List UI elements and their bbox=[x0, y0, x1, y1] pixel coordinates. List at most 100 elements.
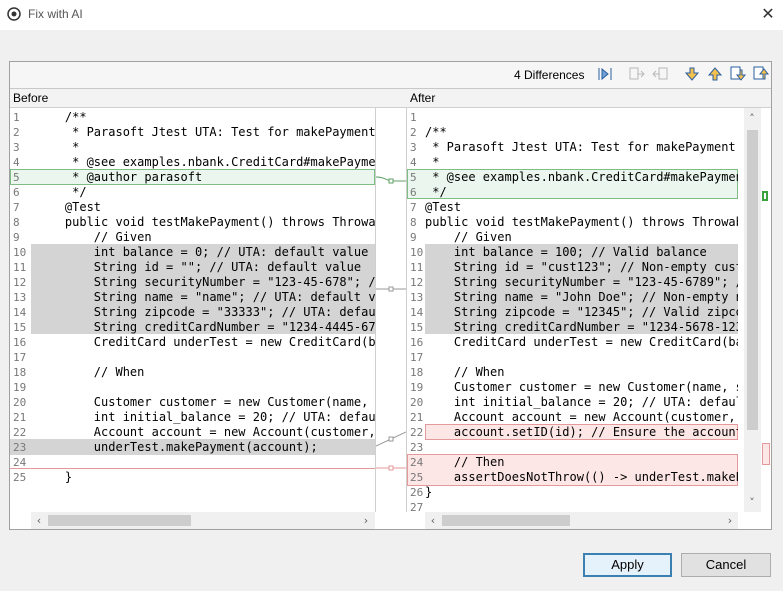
code-line: public void testMakePayment() throws Thr… bbox=[425, 215, 738, 229]
title-bar bbox=[0, 0, 783, 30]
code-line: /** bbox=[425, 125, 447, 139]
line-number: 9 bbox=[13, 231, 20, 244]
code-line: */ bbox=[425, 185, 447, 199]
code-line: * @see examples.nbank.CreditCard#makePay… bbox=[425, 170, 738, 184]
code-line: /** bbox=[36, 110, 87, 124]
line-number: 11 bbox=[13, 261, 27, 274]
after-hscrollbar[interactable]: ‹ › bbox=[425, 512, 738, 529]
code-line: String id = "cust123"; // Non-empty cust bbox=[425, 260, 738, 274]
code-line: assertDoesNotThrow(() -> underTest.makeP… bbox=[425, 470, 738, 484]
line-number: 14 bbox=[13, 306, 27, 319]
line-number: 7 bbox=[13, 201, 20, 214]
next-change-icon[interactable] bbox=[729, 65, 747, 83]
line-number: 24 bbox=[13, 456, 27, 469]
apply-button[interactable]: Apply bbox=[583, 553, 672, 577]
overview-add-marker[interactable] bbox=[762, 191, 768, 201]
code-line: Customer customer = new Customer(name, s… bbox=[425, 380, 738, 394]
before-hscrollbar[interactable]: ‹ › bbox=[31, 512, 375, 529]
deletion-marker bbox=[10, 468, 375, 469]
previous-difference-icon[interactable] bbox=[706, 65, 724, 83]
line-number: 13 bbox=[13, 291, 27, 304]
line-number: 20 bbox=[13, 396, 27, 409]
center-header bbox=[375, 89, 407, 108]
window-title: Fix with AI bbox=[28, 7, 83, 21]
code-line: String securityNumber = "123-45-6789"; /… bbox=[425, 275, 738, 289]
scroll-left-icon[interactable]: ‹ bbox=[425, 512, 441, 529]
code-line: */ bbox=[36, 185, 87, 199]
line-number: 27 bbox=[410, 501, 424, 512]
code-line: int initial_balance = 20; // UTA: defaul bbox=[425, 395, 738, 409]
scrollbar-thumb[interactable] bbox=[48, 515, 191, 526]
line-number: 23 bbox=[13, 441, 27, 454]
scroll-right-icon[interactable]: › bbox=[358, 512, 374, 529]
code-line: // Then bbox=[425, 455, 505, 469]
code-line: CreditCard underTest = new CreditCard(ba… bbox=[36, 335, 375, 349]
vertical-scrollbar[interactable]: ˄ ˅ bbox=[744, 108, 761, 512]
scrollbar-thumb[interactable] bbox=[747, 130, 758, 430]
code-line: // When bbox=[425, 365, 505, 379]
line-number: 3 bbox=[13, 141, 20, 154]
code-line: String name = "name"; // UTA: default va… bbox=[36, 290, 375, 304]
scrollbar-thumb[interactable] bbox=[442, 515, 570, 526]
overview-delete-marker[interactable] bbox=[762, 443, 770, 465]
code-line: int balance = 0; // UTA: default value bbox=[36, 245, 369, 259]
code-line: * @author parasoft bbox=[36, 170, 203, 184]
line-number: 4 bbox=[13, 156, 20, 169]
scroll-down-icon[interactable]: ˅ bbox=[744, 494, 760, 511]
code-line: CreditCard underTest = new CreditCard(ba… bbox=[425, 335, 738, 349]
line-number: 15 bbox=[13, 321, 27, 334]
difference-count: 4 Differences bbox=[514, 68, 585, 82]
code-line: String id = ""; // UTA: default value bbox=[36, 260, 362, 274]
code-line: String creditCardNumber = "1234-5678-123… bbox=[425, 320, 738, 334]
code-line: int initial_balance = 20; // UTA: defaul… bbox=[36, 410, 375, 424]
scroll-left-icon[interactable]: ‹ bbox=[31, 512, 47, 529]
code-line: String name = "John Doe"; // Non-empty n… bbox=[425, 290, 738, 304]
code-line: account.setID(id); // Ensure the account bbox=[425, 425, 738, 439]
code-line: String creditCardNumber = "1234-4445-678… bbox=[36, 320, 375, 334]
code-line: * @see examples.nbank.CreditCard#makePay… bbox=[36, 155, 375, 169]
line-number: 10 bbox=[13, 246, 27, 259]
scroll-up-icon[interactable]: ˄ bbox=[744, 110, 760, 127]
after-pane-header: After bbox=[407, 89, 771, 108]
code-line: } bbox=[425, 485, 433, 499]
code-line: underTest.makePayment(account); bbox=[36, 440, 318, 454]
close-icon[interactable]: ✕ bbox=[758, 4, 778, 24]
after-code-pane[interactable]: 1 2/** 3 * Parasoft Jtest UTA: Test for ma… bbox=[407, 108, 738, 512]
line-number: 18 bbox=[13, 366, 27, 379]
app-icon bbox=[7, 7, 21, 21]
copy-right-to-left-icon[interactable] bbox=[651, 65, 669, 83]
code-line: * bbox=[425, 155, 440, 169]
ignore-whitespace-icon[interactable] bbox=[596, 65, 614, 83]
code-line: String securityNumber = "123-45-678"; // bbox=[36, 275, 375, 289]
code-line: // Given bbox=[425, 230, 512, 244]
code-line: } bbox=[36, 470, 73, 484]
code-line: String zipcode = "33333"; // UTA: defaul… bbox=[36, 305, 375, 319]
diff-connector bbox=[375, 108, 407, 512]
line-number: 1 bbox=[410, 111, 417, 124]
before-pane-header: Before bbox=[10, 89, 375, 108]
scroll-right-icon[interactable]: › bbox=[722, 512, 738, 529]
code-line: // When bbox=[36, 365, 145, 379]
code-line: * Parasoft Jtest UTA: Test for makePayme… bbox=[36, 125, 375, 139]
line-number: 25 bbox=[13, 471, 27, 484]
line-number: 17 bbox=[410, 351, 424, 364]
line-number: 21 bbox=[13, 411, 27, 424]
code-line: Customer customer = new Customer(name, s… bbox=[36, 395, 375, 409]
next-difference-icon[interactable] bbox=[683, 65, 701, 83]
code-line: * Parasoft Jtest UTA: Test for makePayme… bbox=[425, 140, 738, 154]
code-line: * bbox=[36, 140, 80, 154]
code-line: // Given bbox=[36, 230, 152, 244]
line-number: 17 bbox=[13, 351, 27, 364]
line-number: 23 bbox=[410, 441, 424, 454]
copy-left-to-right-icon[interactable] bbox=[628, 65, 646, 83]
code-line: @Test bbox=[425, 200, 462, 214]
code-line: @Test bbox=[36, 200, 102, 214]
before-code-pane[interactable]: 1 /** 2 * Parasoft Jtest UTA: Test for ma… bbox=[10, 108, 375, 512]
previous-change-icon[interactable] bbox=[752, 65, 770, 83]
code-line: public void testMakePayment() throws Thr… bbox=[36, 215, 375, 229]
line-number: 16 bbox=[13, 336, 27, 349]
cancel-button[interactable]: Cancel bbox=[681, 553, 771, 577]
code-line: String zipcode = "12345"; // Valid zipco bbox=[425, 305, 738, 319]
line-number: 8 bbox=[13, 216, 20, 229]
line-number: 2 bbox=[13, 126, 20, 139]
